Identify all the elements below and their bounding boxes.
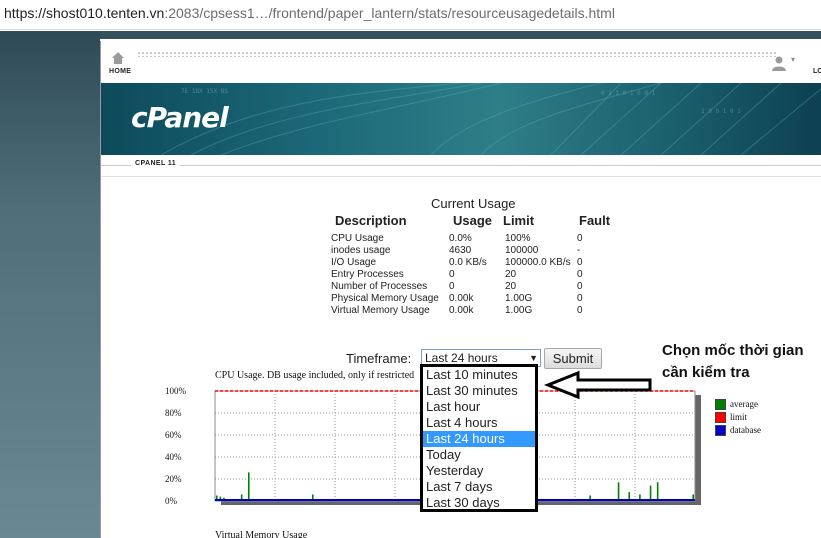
chart-legend: average limit database: [715, 399, 761, 438]
usage-cell: I/O Usage: [331, 257, 377, 268]
nav-dot-pattern: [137, 51, 777, 57]
y-tick-label: 80%: [165, 408, 182, 418]
annotation-line-2: cần kiểm tra: [662, 364, 750, 381]
usage-cell: 20: [505, 269, 517, 280]
usage-header: Fault: [579, 213, 611, 228]
address-bar[interactable]: https://shost010.tenten.vn:2083/cpsess1……: [0, 0, 821, 30]
y-tick-label: 20%: [165, 474, 182, 484]
virtual-memory-title: Virtual Memory Usage: [215, 530, 308, 538]
usage-cell: 0: [449, 281, 455, 292]
timeframe-label: Timeframe:: [346, 351, 412, 366]
submit-button[interactable]: Submit: [544, 348, 602, 369]
legend-label: limit: [730, 412, 748, 422]
url-host: https://shost010.tenten.vn: [4, 5, 165, 21]
usage-cell: 0: [577, 293, 583, 304]
page-top-band: [0, 31, 821, 39]
legend-swatch: [715, 399, 726, 410]
legend-item: average: [715, 399, 761, 412]
legend-label: database: [730, 425, 761, 435]
legend-swatch: [715, 412, 726, 423]
usage-header: Usage: [453, 213, 493, 228]
usage-cell: 20: [505, 281, 517, 292]
usage-cell: CPU Usage: [331, 233, 384, 244]
usage-cell: 0: [577, 269, 583, 280]
home-icon[interactable]: [111, 51, 125, 65]
timeframe-option[interactable]: Yesterday: [423, 463, 535, 479]
usage-cell: 100%: [505, 233, 531, 244]
usage-cell: Physical Memory Usage: [331, 293, 439, 304]
timeframe-option[interactable]: Last 24 hours: [423, 431, 535, 447]
timeframe-selected: Last 24 hours: [425, 351, 498, 365]
home-link[interactable]: HOME: [109, 68, 131, 75]
chevron-down-icon[interactable]: ▾: [791, 55, 795, 64]
svg-text:7E 1BX 15X BS: 7E 1BX 15X BS: [181, 88, 228, 95]
url-text[interactable]: https://shost010.tenten.vn:2083/cpsess1……: [4, 5, 615, 21]
svg-text:0 1 1 0 1 0 0 1: 0 1 1 0 1 0 0 1: [601, 90, 656, 97]
timeframe-dropdown[interactable]: Last 10 minutes Last 30 minutes Last hour L…: [420, 364, 538, 512]
y-tick-label: 100%: [165, 386, 187, 396]
y-tick-label: 60%: [165, 430, 182, 440]
legend-swatch: [715, 425, 726, 436]
usage-cell: 100000: [505, 245, 539, 256]
usage-cell: 1.00G: [505, 305, 533, 316]
timeframe-option[interactable]: Last 30 minutes: [423, 383, 535, 399]
usage-cell: 1.00G: [505, 293, 533, 304]
usage-header: Description: [335, 213, 407, 228]
usage-cell: -: [577, 245, 581, 256]
usage-cell: Number of Processes: [331, 281, 428, 292]
url-path: :2083/cpsess1…/frontend/paper_lantern/st…: [164, 5, 615, 21]
usage-cell: Virtual Memory Usage: [331, 305, 430, 316]
chart-title: CPU Usage. DB usage included, only if re…: [215, 370, 415, 381]
usage-cell: 0: [577, 257, 583, 268]
usage-cell: 0.0 KB/s: [449, 257, 487, 268]
timeframe-option[interactable]: Last 10 minutes: [423, 367, 535, 383]
usage-cell: Entry Processes: [331, 269, 404, 280]
usage-cell: 0: [577, 305, 583, 316]
version-divider: [101, 165, 821, 166]
usage-cell: 0.0%: [449, 233, 472, 244]
usage-cell: 0.00k: [449, 305, 474, 316]
top-nav: HOME ▾ LO: [101, 41, 821, 81]
y-tick-label: 40%: [165, 452, 182, 462]
usage-cell: 0: [577, 281, 583, 292]
annotation-text: Chọn mốc thời gian cần kiểm tra: [662, 340, 804, 384]
user-icon[interactable]: [771, 55, 787, 71]
usage-cell: inodes usage: [331, 245, 391, 256]
annotation-line-1: Chọn mốc thời gian: [662, 342, 804, 359]
usage-title: Current Usage: [431, 196, 516, 211]
svg-text:1 0 0 1 0 1: 1 0 0 1 0 1: [701, 108, 741, 115]
timeframe-option[interactable]: Last 30 days: [423, 495, 535, 509]
cpanel-banner: 7E 1BX 15X BS 0 1 1 0 1 0 0 1 1 0 0 1 0 …: [101, 83, 821, 155]
version-bar: CPANEL 11: [101, 155, 821, 177]
usage-header: Limit: [503, 213, 535, 228]
legend-item: database: [715, 425, 761, 438]
legend-item: limit: [715, 412, 761, 425]
usage-cell: 100000.0 KB/s: [505, 257, 571, 268]
left-background: [0, 31, 100, 538]
logout-link[interactable]: LO: [813, 68, 821, 75]
usage-cell: 4630: [449, 245, 472, 256]
y-tick-label: 0%: [165, 496, 178, 506]
version-label: CPANEL 11: [131, 160, 181, 167]
timeframe-option[interactable]: Last hour: [423, 399, 535, 415]
usage-cell: 0.00k: [449, 293, 474, 304]
usage-cell: 0: [449, 269, 455, 280]
usage-cell: 0: [577, 233, 583, 244]
timeframe-option[interactable]: Last 7 days: [423, 479, 535, 495]
annotation-arrow-icon: [543, 370, 652, 400]
legend-label: average: [730, 399, 758, 409]
timeframe-option[interactable]: Today: [423, 447, 535, 463]
cpanel-logo: cPanel: [131, 101, 229, 134]
timeframe-option[interactable]: Last 4 hours: [423, 415, 535, 431]
